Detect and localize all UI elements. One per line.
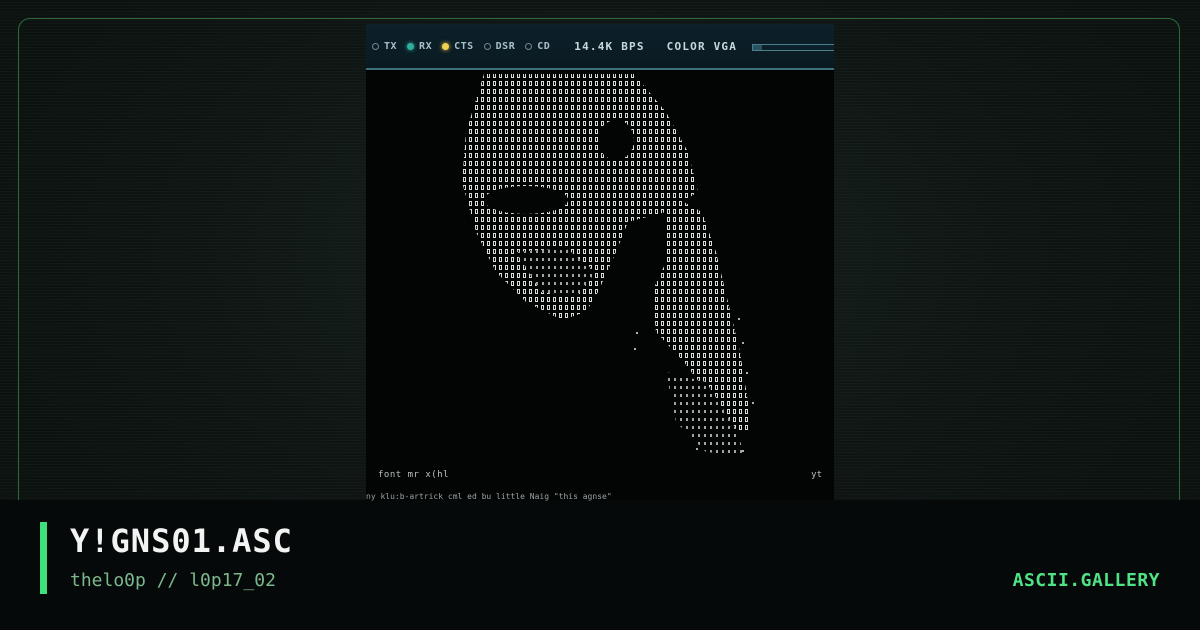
indicator-tx: TX [372, 41, 397, 52]
indicator-dsr: DSR [483, 40, 516, 52]
indicator-label: TX [384, 40, 398, 52]
transfer-progress-bar [752, 44, 834, 51]
cts-led-icon [442, 42, 450, 50]
art-signature: yt [811, 470, 822, 480]
indicator-label: RX [419, 40, 433, 52]
info-panel [0, 500, 1200, 630]
baud-rate: 14.4K BPS [574, 39, 645, 53]
ascii-eye-socket [598, 120, 634, 160]
terminal-window: TX RX CTS DSR CD 14.4K BPS COLOR VGA fon… [366, 24, 834, 500]
indicator-label: CD [537, 40, 551, 52]
indicator-cts: CTS [442, 41, 474, 52]
site-brand-link[interactable]: ASCII.GALLERY [1013, 570, 1160, 591]
indicator-cd: CD [525, 41, 550, 52]
transfer-progress-fill [753, 45, 762, 50]
tx-led-icon [372, 42, 379, 50]
accent-bar [40, 522, 47, 594]
dsr-led-icon [483, 42, 491, 50]
art-caption: font mr x(hl [378, 470, 450, 480]
art-credit-line: ny klu:b-artrick cml ed bu little Naig "… [366, 492, 612, 501]
rx-led-icon [407, 42, 415, 50]
display-mode: COLOR VGA [666, 39, 738, 53]
artist-subtitle: thelo0p // l0p17_02 [70, 570, 276, 591]
indicator-rx: RX [407, 41, 432, 52]
indicator-label: CTS [454, 40, 474, 52]
modem-status-bar: TX RX CTS DSR CD 14.4K BPS COLOR VGA [366, 24, 834, 70]
ascii-shadow [484, 186, 568, 214]
cd-led-icon [525, 42, 533, 50]
indicator-label: DSR [495, 40, 516, 52]
file-title: Y!GNS01.ASC [70, 522, 293, 560]
ascii-art-portrait [462, 74, 754, 456]
